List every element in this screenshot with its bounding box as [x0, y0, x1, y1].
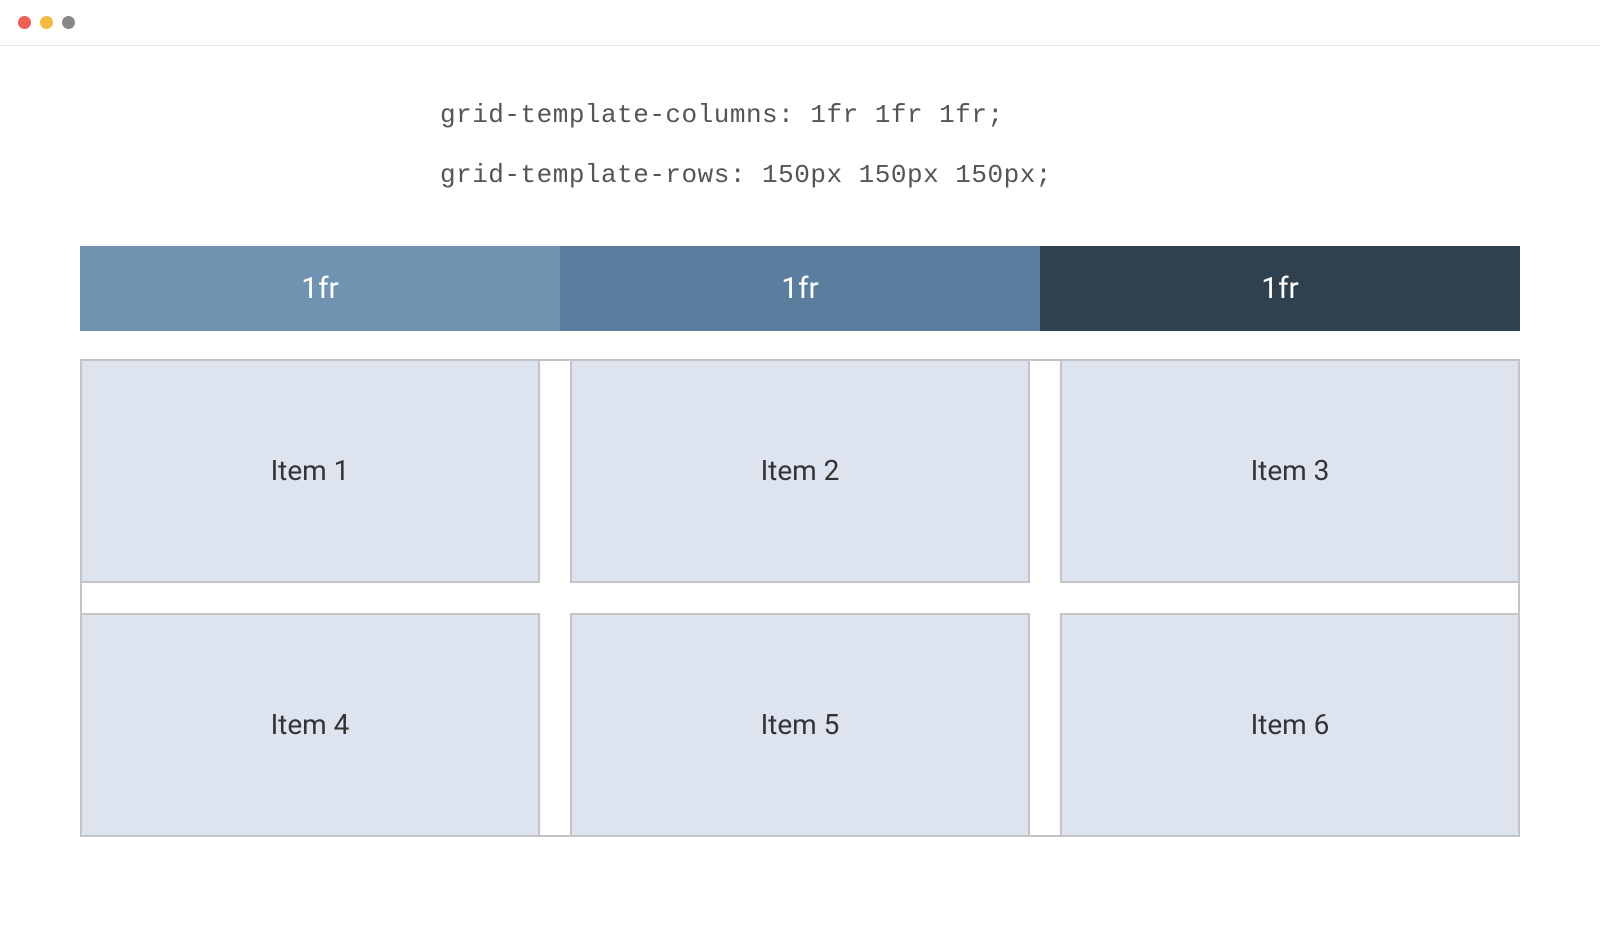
column-header-1: 1fr [80, 246, 560, 331]
column-header-2: 1fr [560, 246, 1040, 331]
grid-item-4: Item 4 [82, 615, 538, 835]
grid-demo: Item 1 Item 2 Item 3 Item 4 Item 5 Item … [80, 359, 1520, 837]
code-line-2: grid-template-rows: 150px 150px 150px; [440, 146, 1520, 206]
css-code-block: grid-template-columns: 1fr 1fr 1fr; grid… [440, 86, 1520, 206]
main-content: grid-template-columns: 1fr 1fr 1fr; grid… [0, 46, 1600, 837]
window-controls [0, 0, 1600, 46]
column-header-row: 1fr 1fr 1fr [80, 246, 1520, 331]
minimize-icon[interactable] [40, 16, 53, 29]
code-line-1: grid-template-columns: 1fr 1fr 1fr; [440, 86, 1520, 146]
grid-item-6: Item 6 [1062, 615, 1518, 835]
maximize-icon[interactable] [62, 16, 75, 29]
grid-item-1: Item 1 [82, 361, 538, 581]
column-header-3: 1fr [1040, 246, 1520, 331]
grid-item-5: Item 5 [572, 615, 1028, 835]
close-icon[interactable] [18, 16, 31, 29]
grid-item-3: Item 3 [1062, 361, 1518, 581]
grid-item-2: Item 2 [572, 361, 1028, 581]
